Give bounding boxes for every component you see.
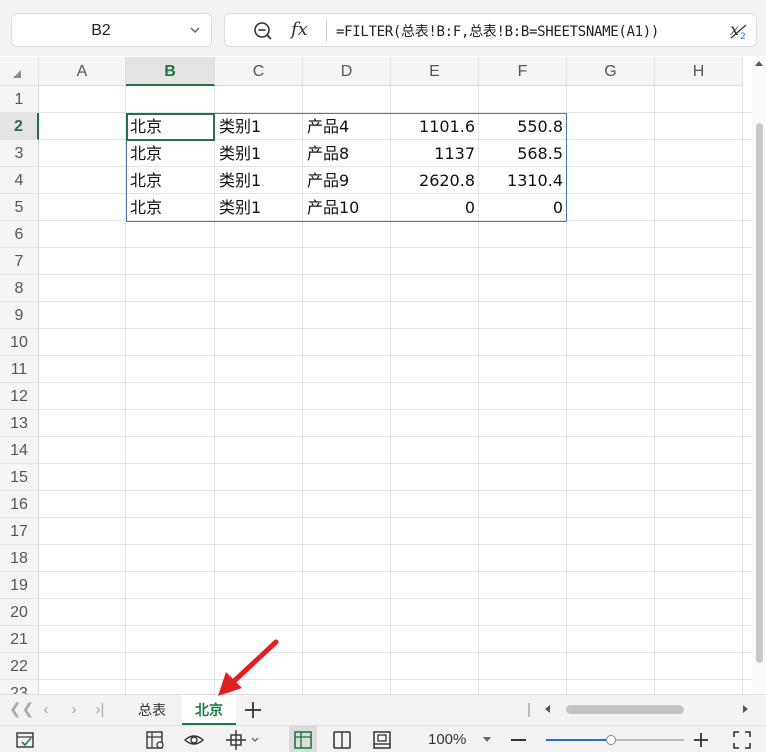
clear-formula-icon[interactable]: x 2	[728, 20, 750, 42]
fullscreen-icon[interactable]	[731, 729, 753, 751]
grid-line	[39, 679, 752, 680]
select-all-corner[interactable]	[0, 57, 39, 86]
sheet-tab-bar: ❮❮ ‹ › ›| 总表 北京	[0, 694, 766, 725]
grid-line	[39, 598, 752, 599]
row-header-23[interactable]: 23	[0, 680, 39, 694]
row-header-17[interactable]: 17	[0, 518, 39, 545]
svg-text:x: x	[730, 20, 739, 39]
formula-input-box[interactable]: fx =FILTER(总表!B:F,总表!B:B=SHEETSNAME(A1))…	[224, 13, 757, 47]
grid-line	[39, 490, 752, 491]
name-box-value: B2	[91, 22, 111, 39]
column-header-c[interactable]: C	[215, 57, 303, 86]
row-header-5[interactable]: 5	[0, 194, 39, 221]
chevron-down-icon[interactable]	[251, 737, 259, 743]
zoom-out-button[interactable]	[511, 739, 526, 741]
grid-line	[39, 409, 752, 410]
row-header-16[interactable]: 16	[0, 491, 39, 518]
page-layout-view-icon[interactable]	[331, 729, 353, 751]
name-box[interactable]: B2	[11, 13, 212, 47]
page-break-view-icon[interactable]	[371, 729, 393, 751]
row-header-1[interactable]: 1	[0, 86, 39, 113]
grid-line	[654, 86, 655, 694]
grid-line	[39, 544, 752, 545]
zoom-slider-fill	[546, 739, 607, 741]
normal-view-icon[interactable]	[292, 729, 314, 751]
vertical-scrollbar-thumb[interactable]	[756, 123, 763, 663]
active-cell-cursor	[126, 113, 215, 141]
row-header-19[interactable]: 19	[0, 572, 39, 599]
row-header-20[interactable]: 20	[0, 599, 39, 626]
row-header-10[interactable]: 10	[0, 329, 39, 356]
chevron-down-icon[interactable]	[188, 23, 202, 37]
vertical-scrollbar[interactable]	[752, 57, 766, 694]
svg-text:2: 2	[740, 32, 746, 42]
scroll-up-arrow-icon[interactable]	[755, 61, 763, 66]
row-header-12[interactable]: 12	[0, 383, 39, 410]
spreadsheet-grid[interactable]: ABCDEFGH 1 2 3 4 5 6 7 8 9 10 11 12 13 14 15 16 17 18 19 20…	[0, 57, 752, 694]
row-header-2[interactable]: 2	[0, 113, 39, 140]
grid-line	[39, 436, 752, 437]
zoom-out-icon[interactable]	[253, 21, 273, 41]
macro-record-icon[interactable]	[14, 729, 36, 751]
formula-bar: B2 fx =FILTER(总表!B:F,总表!B:B=SHEETSNAME(A…	[0, 0, 766, 56]
prev-sheet-icon[interactable]: ‹	[36, 700, 56, 720]
divider	[326, 20, 327, 42]
row-header-6[interactable]: 6	[0, 221, 39, 248]
column-header-a[interactable]: A	[39, 57, 126, 86]
row-header-15[interactable]: 15	[0, 464, 39, 491]
next-sheet-icon[interactable]: ›	[64, 700, 84, 720]
zoom-level[interactable]: 100%	[428, 731, 466, 748]
grid-line	[742, 86, 743, 694]
row-header-4[interactable]: 4	[0, 167, 39, 194]
column-header-e[interactable]: E	[391, 57, 479, 86]
grid-line	[39, 652, 752, 653]
row-header-7[interactable]: 7	[0, 248, 39, 275]
status-bar: 100%	[0, 725, 766, 752]
row-header-13[interactable]: 13	[0, 410, 39, 437]
red-arrow-icon	[218, 639, 279, 696]
first-sheet-icon[interactable]: ❮❮	[9, 700, 34, 720]
scroll-right-arrow-icon[interactable]	[743, 705, 748, 713]
row-header-18[interactable]: 18	[0, 545, 39, 572]
crosshair-icon[interactable]	[225, 729, 247, 751]
column-header-f[interactable]: F	[479, 57, 567, 86]
select-all-icon	[13, 70, 21, 78]
sheet-settings-icon[interactable]	[144, 729, 166, 751]
row-header-9[interactable]: 9	[0, 302, 39, 329]
eye-icon[interactable]	[183, 729, 205, 751]
grid-line	[39, 301, 752, 302]
row-header-11[interactable]: 11	[0, 356, 39, 383]
sheet-tab-beijing[interactable]: 北京	[182, 695, 236, 725]
grid-line	[39, 571, 752, 572]
grid-line	[39, 517, 752, 518]
grid-line	[39, 247, 752, 248]
horizontal-scrollbar-thumb[interactable]	[566, 705, 684, 714]
grid-line	[39, 382, 752, 383]
zoom-slider-knob[interactable]	[606, 735, 616, 745]
formula-text[interactable]: =FILTER(总表!B:F,总表!B:B=SHEETSNAME(A1))	[336, 21, 659, 41]
grid-line	[39, 625, 752, 626]
column-header-b[interactable]: B	[126, 57, 215, 86]
column-header-g[interactable]: G	[567, 57, 655, 86]
insert-function-icon[interactable]: fx	[291, 19, 308, 40]
tab-scroll-splitter[interactable]	[528, 703, 530, 717]
last-sheet-icon[interactable]: ›|	[90, 700, 110, 720]
row-header-3[interactable]: 3	[0, 140, 39, 167]
plus-icon[interactable]	[242, 699, 264, 721]
scroll-left-arrow-icon[interactable]	[545, 705, 550, 713]
column-header-d[interactable]: D	[303, 57, 391, 86]
sheet-tab-summary[interactable]: 总表	[126, 695, 178, 725]
row-header-21[interactable]: 21	[0, 626, 39, 653]
grid-line	[39, 274, 752, 275]
column-header-h[interactable]: H	[655, 57, 743, 86]
row-header-8[interactable]: 8	[0, 275, 39, 302]
grid-line	[39, 328, 752, 329]
row-header-22[interactable]: 22	[0, 653, 39, 680]
zoom-in-button[interactable]	[693, 732, 709, 748]
chevron-down-icon[interactable]	[483, 737, 491, 742]
row-header-14[interactable]: 14	[0, 437, 39, 464]
grid-line	[39, 463, 752, 464]
grid-line	[39, 355, 752, 356]
